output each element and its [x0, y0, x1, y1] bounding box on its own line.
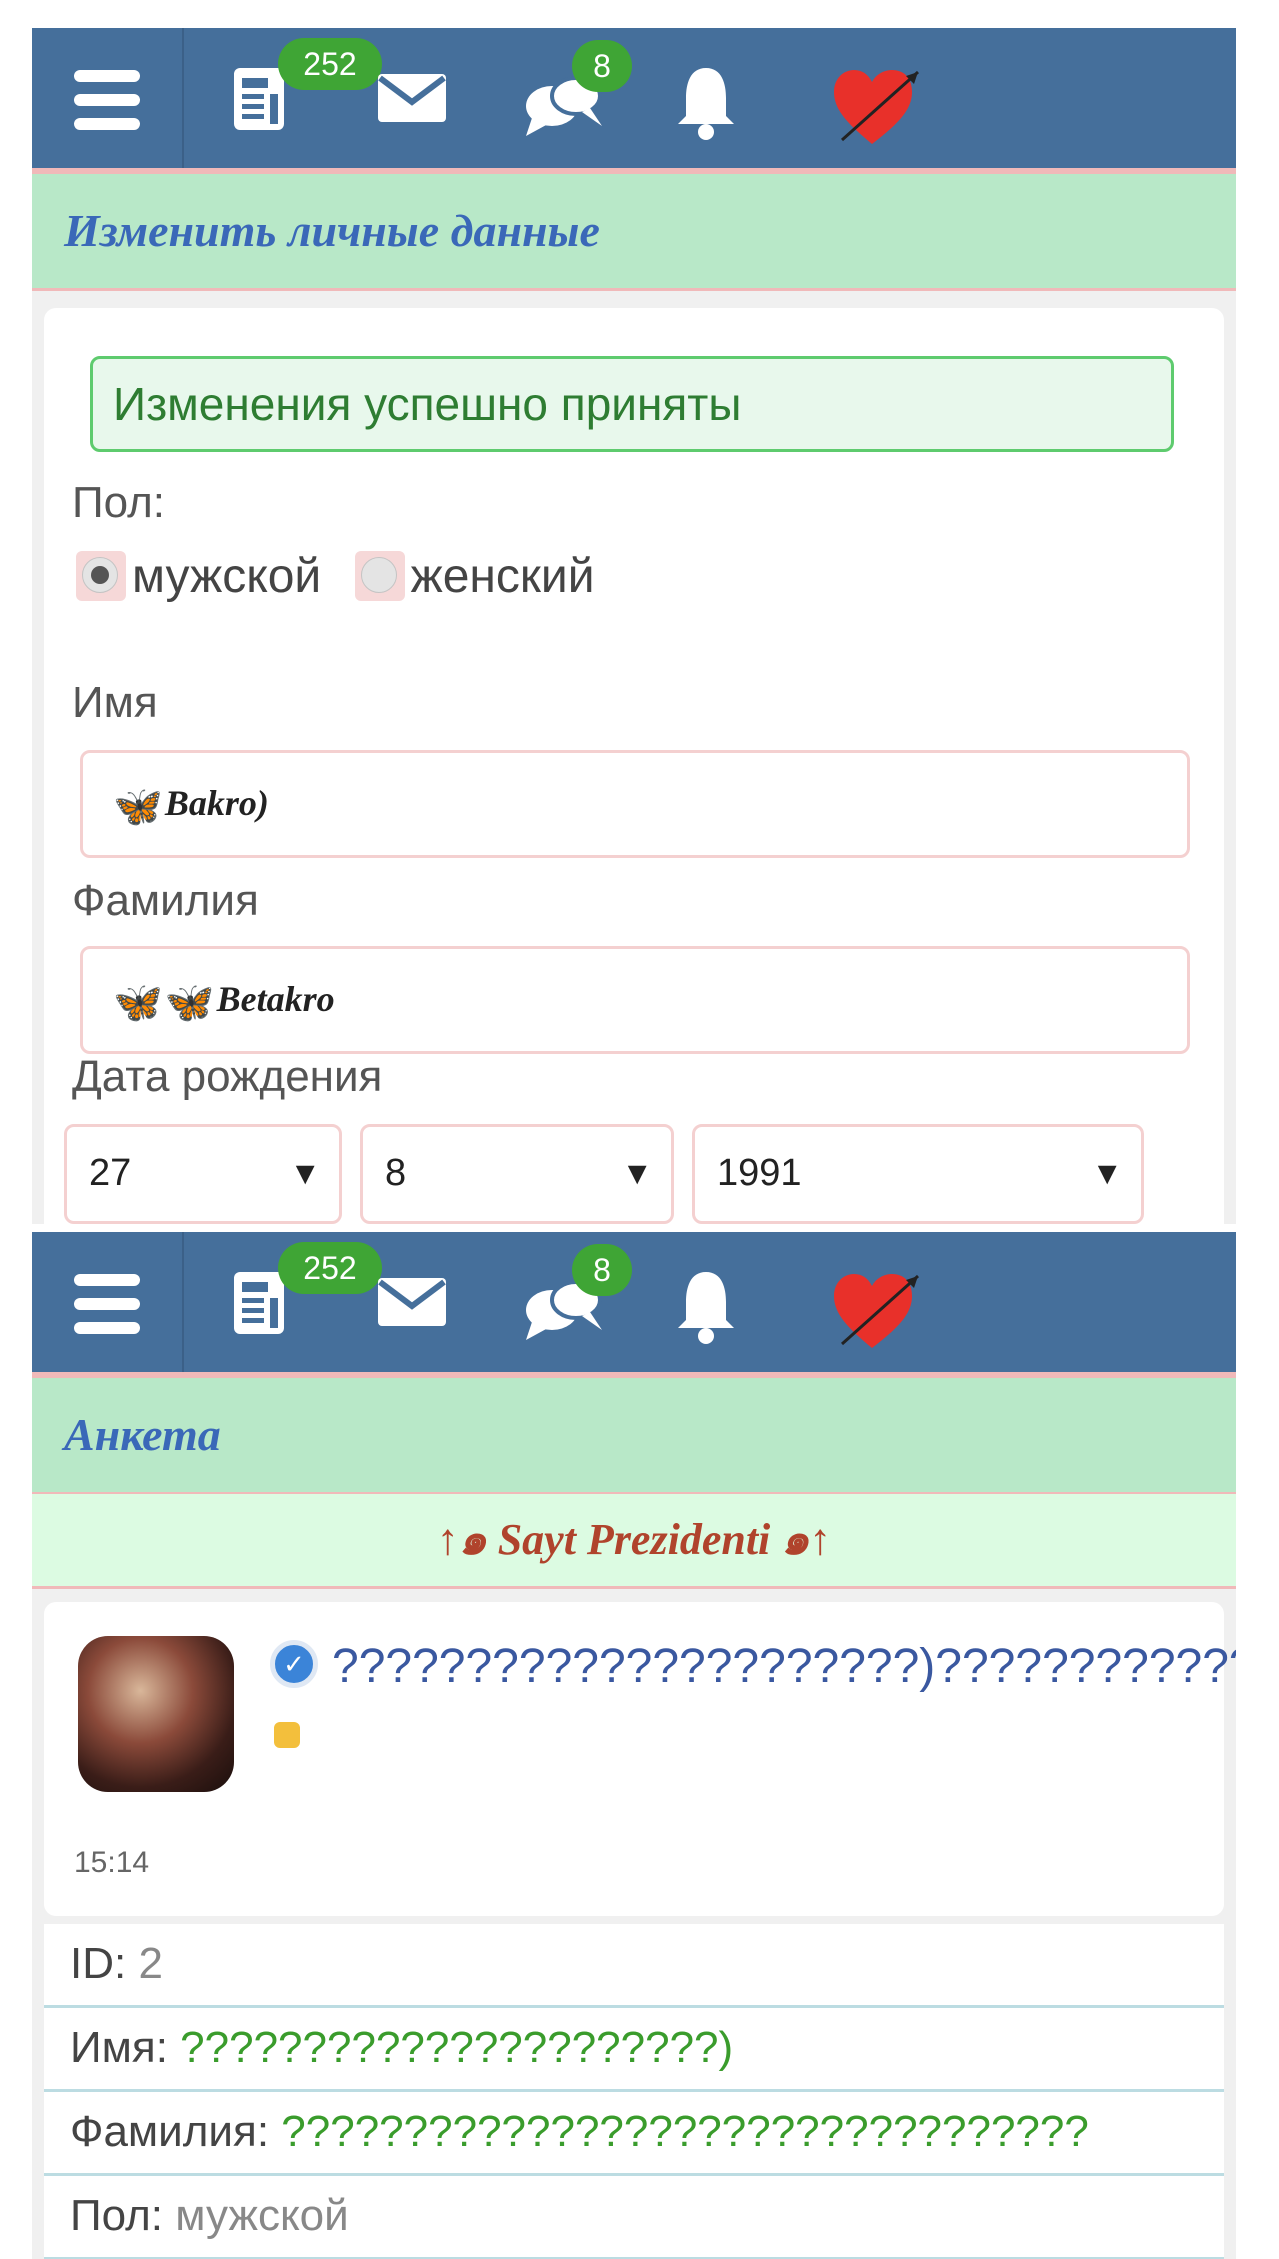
- section-header: Изменить личные данные: [32, 174, 1236, 291]
- first-name-field[interactable]: 🦋Bakro): [80, 750, 1190, 858]
- first-name-label: Имя: [72, 678, 158, 727]
- last-name-label: Фамилия: [72, 876, 259, 925]
- edit-profile-screen: 252 8 Изменить личные данные Изменения у…: [32, 28, 1236, 1224]
- row-value: ?????????????????????????????????: [281, 2107, 1089, 2156]
- last-seen-time: 15:14: [74, 1846, 150, 1879]
- row-key: Имя:: [70, 2023, 168, 2072]
- birth-month-value: 8: [385, 1152, 407, 1194]
- birth-day-value: 27: [89, 1152, 132, 1194]
- success-alert: Изменения успешно приняты: [90, 356, 1174, 452]
- birth-month-select[interactable]: 8 ▼: [360, 1124, 674, 1224]
- avatar[interactable]: [78, 1636, 234, 1792]
- profile-row-id: ID: 2: [44, 1924, 1224, 2008]
- verified-icon: ✓: [270, 1640, 318, 1688]
- row-key: ID:: [70, 1939, 127, 1988]
- edit-form-card: Изменения успешно приняты Пол: мужской ж…: [44, 308, 1224, 1224]
- row-value: ??????????????????????): [180, 2023, 734, 2072]
- gender-male-radio[interactable]: [76, 551, 126, 602]
- profile-row-last-name: Фамилия: ???????????????????????????????…: [44, 2092, 1224, 2176]
- menu-icon[interactable]: [74, 1274, 140, 1334]
- butterfly-icon: 🦋: [164, 979, 215, 1025]
- news-icon[interactable]: [232, 1270, 286, 1336]
- top-navigation-bar: 252 8: [32, 1232, 1236, 1378]
- gender-label: Пол:: [72, 478, 166, 527]
- row-value: 2: [138, 1939, 163, 1988]
- menu-icon[interactable]: [74, 70, 140, 130]
- news-count-badge: 252: [278, 38, 382, 90]
- topbar-divider: [182, 28, 184, 168]
- birth-year-value: 1991: [717, 1152, 802, 1194]
- bell-icon[interactable]: [674, 62, 738, 142]
- page-title: Анкета: [64, 1409, 221, 1460]
- messages-count-badge: 8: [572, 1244, 632, 1296]
- last-name-field[interactable]: 🦋🦋Betakro: [80, 946, 1190, 1054]
- birthdate-label: Дата рождения: [72, 1052, 383, 1101]
- section-header: Анкета: [32, 1378, 1236, 1495]
- nickname-text: ??????????????????????)?????????????????…: [332, 1640, 1236, 1693]
- row-value: мужской: [175, 2191, 349, 2240]
- news-icon[interactable]: [232, 66, 286, 132]
- top-navigation-bar: 252 8: [32, 28, 1236, 174]
- messages-count-badge: 8: [572, 40, 632, 92]
- bell-icon[interactable]: [674, 1266, 738, 1346]
- site-banner: ↑๑ Sayt Prezidenti ๑↑: [32, 1494, 1236, 1589]
- mail-icon[interactable]: [376, 1276, 448, 1328]
- gender-male-label[interactable]: мужской: [132, 550, 321, 603]
- row-key: Пол:: [70, 2191, 164, 2240]
- birth-day-select[interactable]: 27 ▼: [64, 1124, 342, 1224]
- heart-icon[interactable]: [828, 1266, 924, 1356]
- online-status-icon: [274, 1722, 300, 1749]
- mail-icon[interactable]: [376, 72, 448, 124]
- last-name-value: Betakro: [216, 979, 335, 1019]
- dropdown-arrow-icon: ▼: [621, 1155, 653, 1191]
- first-name-value: Bakro): [164, 783, 269, 823]
- gender-radio-group: мужской женский: [76, 546, 615, 604]
- heart-icon[interactable]: [828, 62, 924, 152]
- profile-row-gender: Пол: мужской: [44, 2176, 1224, 2259]
- gender-female-radio[interactable]: [354, 551, 405, 602]
- page-title: Изменить личные данные: [64, 205, 600, 256]
- dropdown-arrow-icon: ▼: [1091, 1155, 1123, 1191]
- dropdown-arrow-icon: ▼: [289, 1155, 321, 1191]
- news-count-badge: 252: [278, 1242, 382, 1294]
- profile-screen: 252 8 Анкета ↑๑ Sayt Prezidenti ๑↑ ?????…: [32, 1232, 1236, 2259]
- user-nickname[interactable]: ??????????????????????)?????????????????…: [260, 1634, 1236, 1766]
- row-key: Фамилия:: [70, 2107, 270, 2156]
- butterfly-icon: 🦋: [113, 783, 163, 829]
- gender-female-label[interactable]: женский: [411, 550, 595, 603]
- profile-row-first-name: Имя: ??????????????????????): [44, 2008, 1224, 2092]
- topbar-divider: [182, 1232, 184, 1372]
- birth-year-select[interactable]: 1991 ▼: [692, 1124, 1144, 1224]
- profile-card: ??????????????????????)?????????????????…: [44, 1602, 1236, 1916]
- butterfly-icon: 🦋: [113, 979, 163, 1025]
